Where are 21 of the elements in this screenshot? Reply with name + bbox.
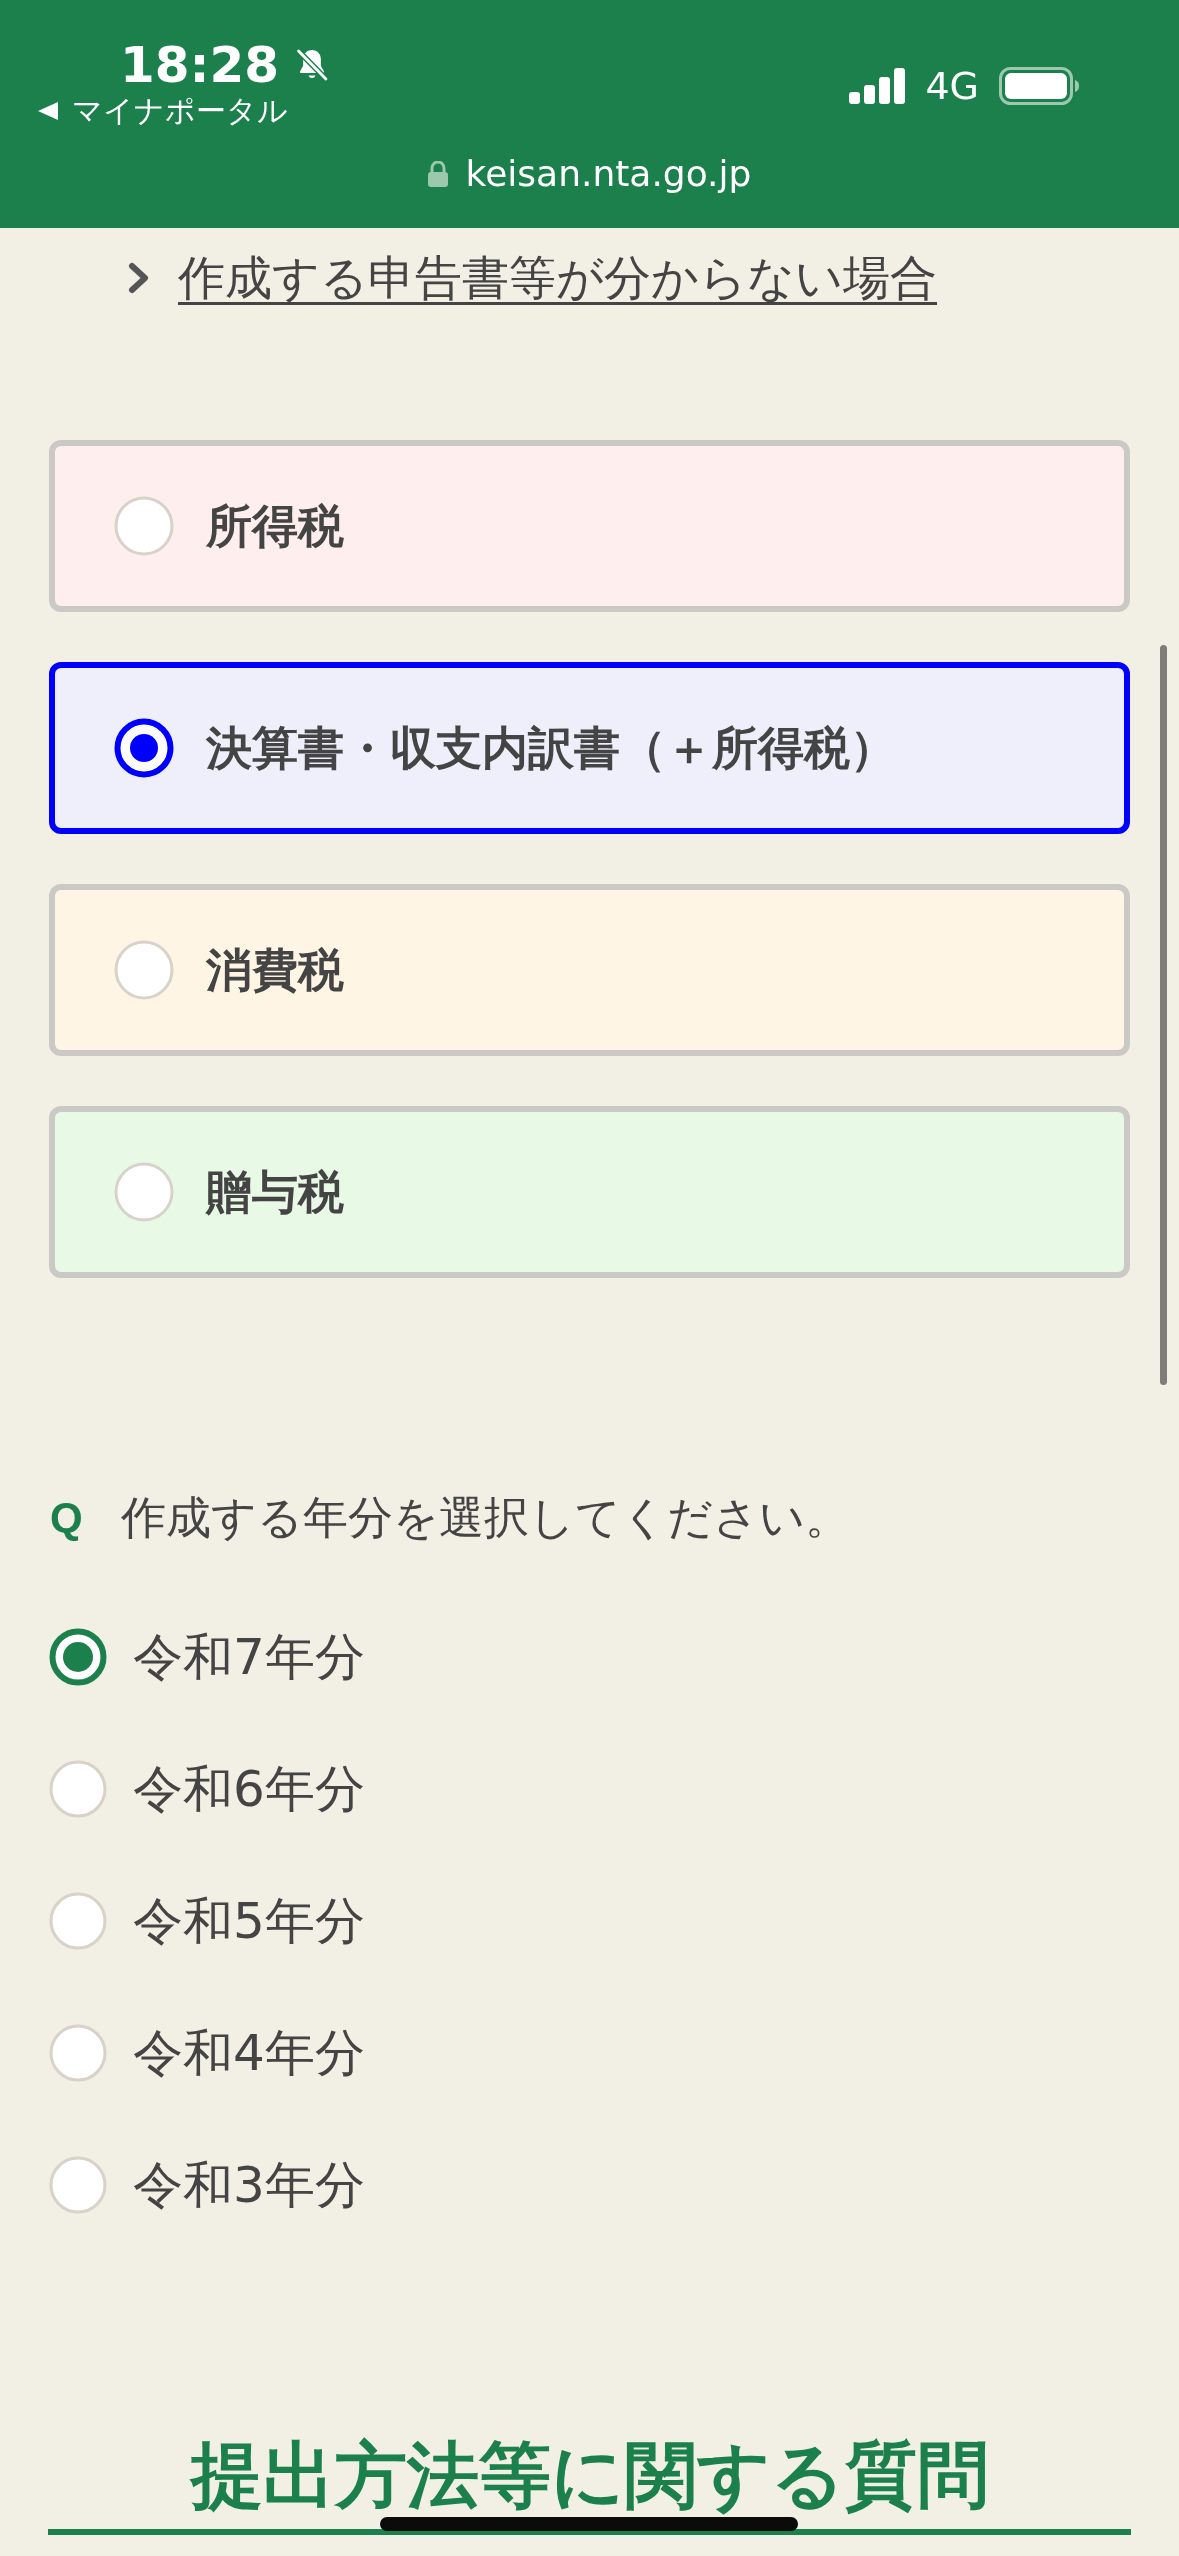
tax-option-card[interactable]: 消費税 bbox=[49, 884, 1130, 1056]
status-time: 18:28 bbox=[120, 38, 280, 92]
tax-option-card[interactable]: 所得税 bbox=[49, 440, 1130, 612]
tax-option-card[interactable]: 贈与税 bbox=[49, 1106, 1130, 1278]
url-text: keisan.nta.go.jp bbox=[465, 154, 752, 194]
network-type: 4G bbox=[925, 66, 979, 106]
question-marker: Q bbox=[50, 1493, 83, 1543]
section-heading: 提出方法等に関する質問 bbox=[190, 2432, 989, 2519]
lock-icon bbox=[427, 161, 448, 187]
year-option[interactable]: 令和7年分 bbox=[49, 1591, 365, 1723]
year-option[interactable]: 令和3年分 bbox=[49, 2119, 365, 2251]
year-option[interactable]: 令和4年分 bbox=[49, 1987, 365, 2119]
back-to-app-link[interactable]: マイナポータル bbox=[38, 94, 288, 128]
year-option[interactable]: 令和5年分 bbox=[49, 1855, 365, 1987]
signal-icon bbox=[849, 68, 906, 104]
help-link[interactable]: 作成する申告書等が分からない場合 bbox=[178, 250, 937, 306]
tax-option-card[interactable]: 決算書・収支内訳書（＋所得税） bbox=[49, 662, 1130, 834]
year-option[interactable]: 令和6年分 bbox=[49, 1723, 365, 1855]
question-text: 作成する年分を選択してください。 bbox=[120, 1490, 850, 1546]
battery-icon bbox=[999, 67, 1079, 105]
back-triangle-icon bbox=[38, 102, 58, 120]
